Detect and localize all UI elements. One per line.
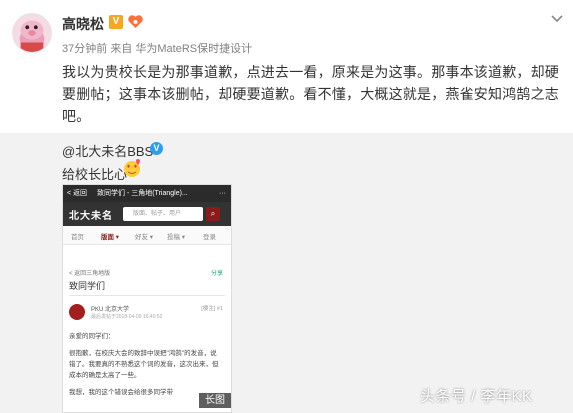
bbs-nav: 首页 版面 ▾ 好友 ▾ 投稿 ▾ 登录 [63, 226, 231, 245]
post-text: 我以为贵校长是为那事道歉，点进去一看，原来是为这事。那事本该道歉，却硬要删帖；这… [62, 64, 559, 124]
post-author[interactable]: 高晓松 [62, 14, 104, 34]
screenshot-header: 北大未名 版面、帖子、用户 ⌕ [63, 202, 231, 226]
bbs-breadcrumb: < 返回三角地版 [69, 271, 111, 277]
bbs-floor-label: [楼主] #1 [201, 306, 223, 312]
long-image-tag: 长图 [199, 393, 231, 408]
bbs-nav-submit: 投稿 ▾ [167, 234, 186, 241]
chevron-down-icon[interactable] [549, 10, 565, 26]
post-meta: 37分钟前 来自 华为MateRS保时捷设计 [62, 40, 252, 56]
repost-text: 给校长比心 [62, 167, 128, 182]
screenshot-more: ··· [219, 190, 226, 197]
screenshot-topbar: < 返回 致同学们 - 三角地(Triangle)... ··· [63, 185, 231, 202]
bbs-nav-friends: 好友 ▾ [135, 234, 154, 241]
blue-verified-icon: V [150, 142, 163, 155]
repost-image-long[interactable]: < 返回 致同学们 - 三角地(Triangle)... ··· 北大未名 版面… [62, 184, 232, 413]
verified-badge-icon[interactable]: V [109, 15, 123, 29]
post-time[interactable]: 37分钟前 [62, 43, 107, 55]
weibo-post: 高晓松 V 37分钟前 来自 华为MateRS保时捷设计 我以为贵校长是为那事道… [0, 0, 573, 133]
bbs-user-time: 最后发帖于2018-04-09 16:40:52 [91, 314, 163, 320]
bbs-logo: 北大未名 [69, 211, 113, 222]
heart-eyes-emoji-icon [124, 159, 140, 177]
bbs-nav-login: 登录 [203, 234, 216, 241]
bbs-body-paragraph: 很抱歉，在校庆大会的致辞中误把"鸿鹄"的发音，说错了。我要真的不熟悉这个词的发音… [69, 350, 219, 379]
bbs-user-name: PKU 北京大学 [91, 307, 130, 313]
bbs-thread-title: 致同学们 [69, 281, 106, 291]
author-avatar[interactable] [12, 13, 52, 53]
watermark: 头条号 / 李年KK [420, 388, 533, 405]
bbs-search-box: 版面、帖子、用户 [123, 207, 203, 221]
pku-logo-icon [69, 304, 85, 320]
screenshot-page-title: 致同学们 - 三角地(Triangle)... [97, 190, 188, 197]
post-from-label: 来自 [110, 43, 133, 55]
screenshot-back: < 返回 [67, 190, 88, 197]
search-icon: ⌕ [206, 207, 220, 221]
fan-badge-icon[interactable] [127, 14, 144, 29]
divider [69, 295, 225, 296]
bbs-nav-home: 首页 [71, 234, 84, 241]
bbs-nav-boards: 版面 ▾ [101, 234, 120, 241]
bbs-share: 分享 [210, 271, 223, 277]
post-source-device[interactable]: 华为MateRS保时捷设计 [135, 43, 252, 55]
bbs-body-paragraph: 亲爱的同学们： [69, 333, 115, 340]
